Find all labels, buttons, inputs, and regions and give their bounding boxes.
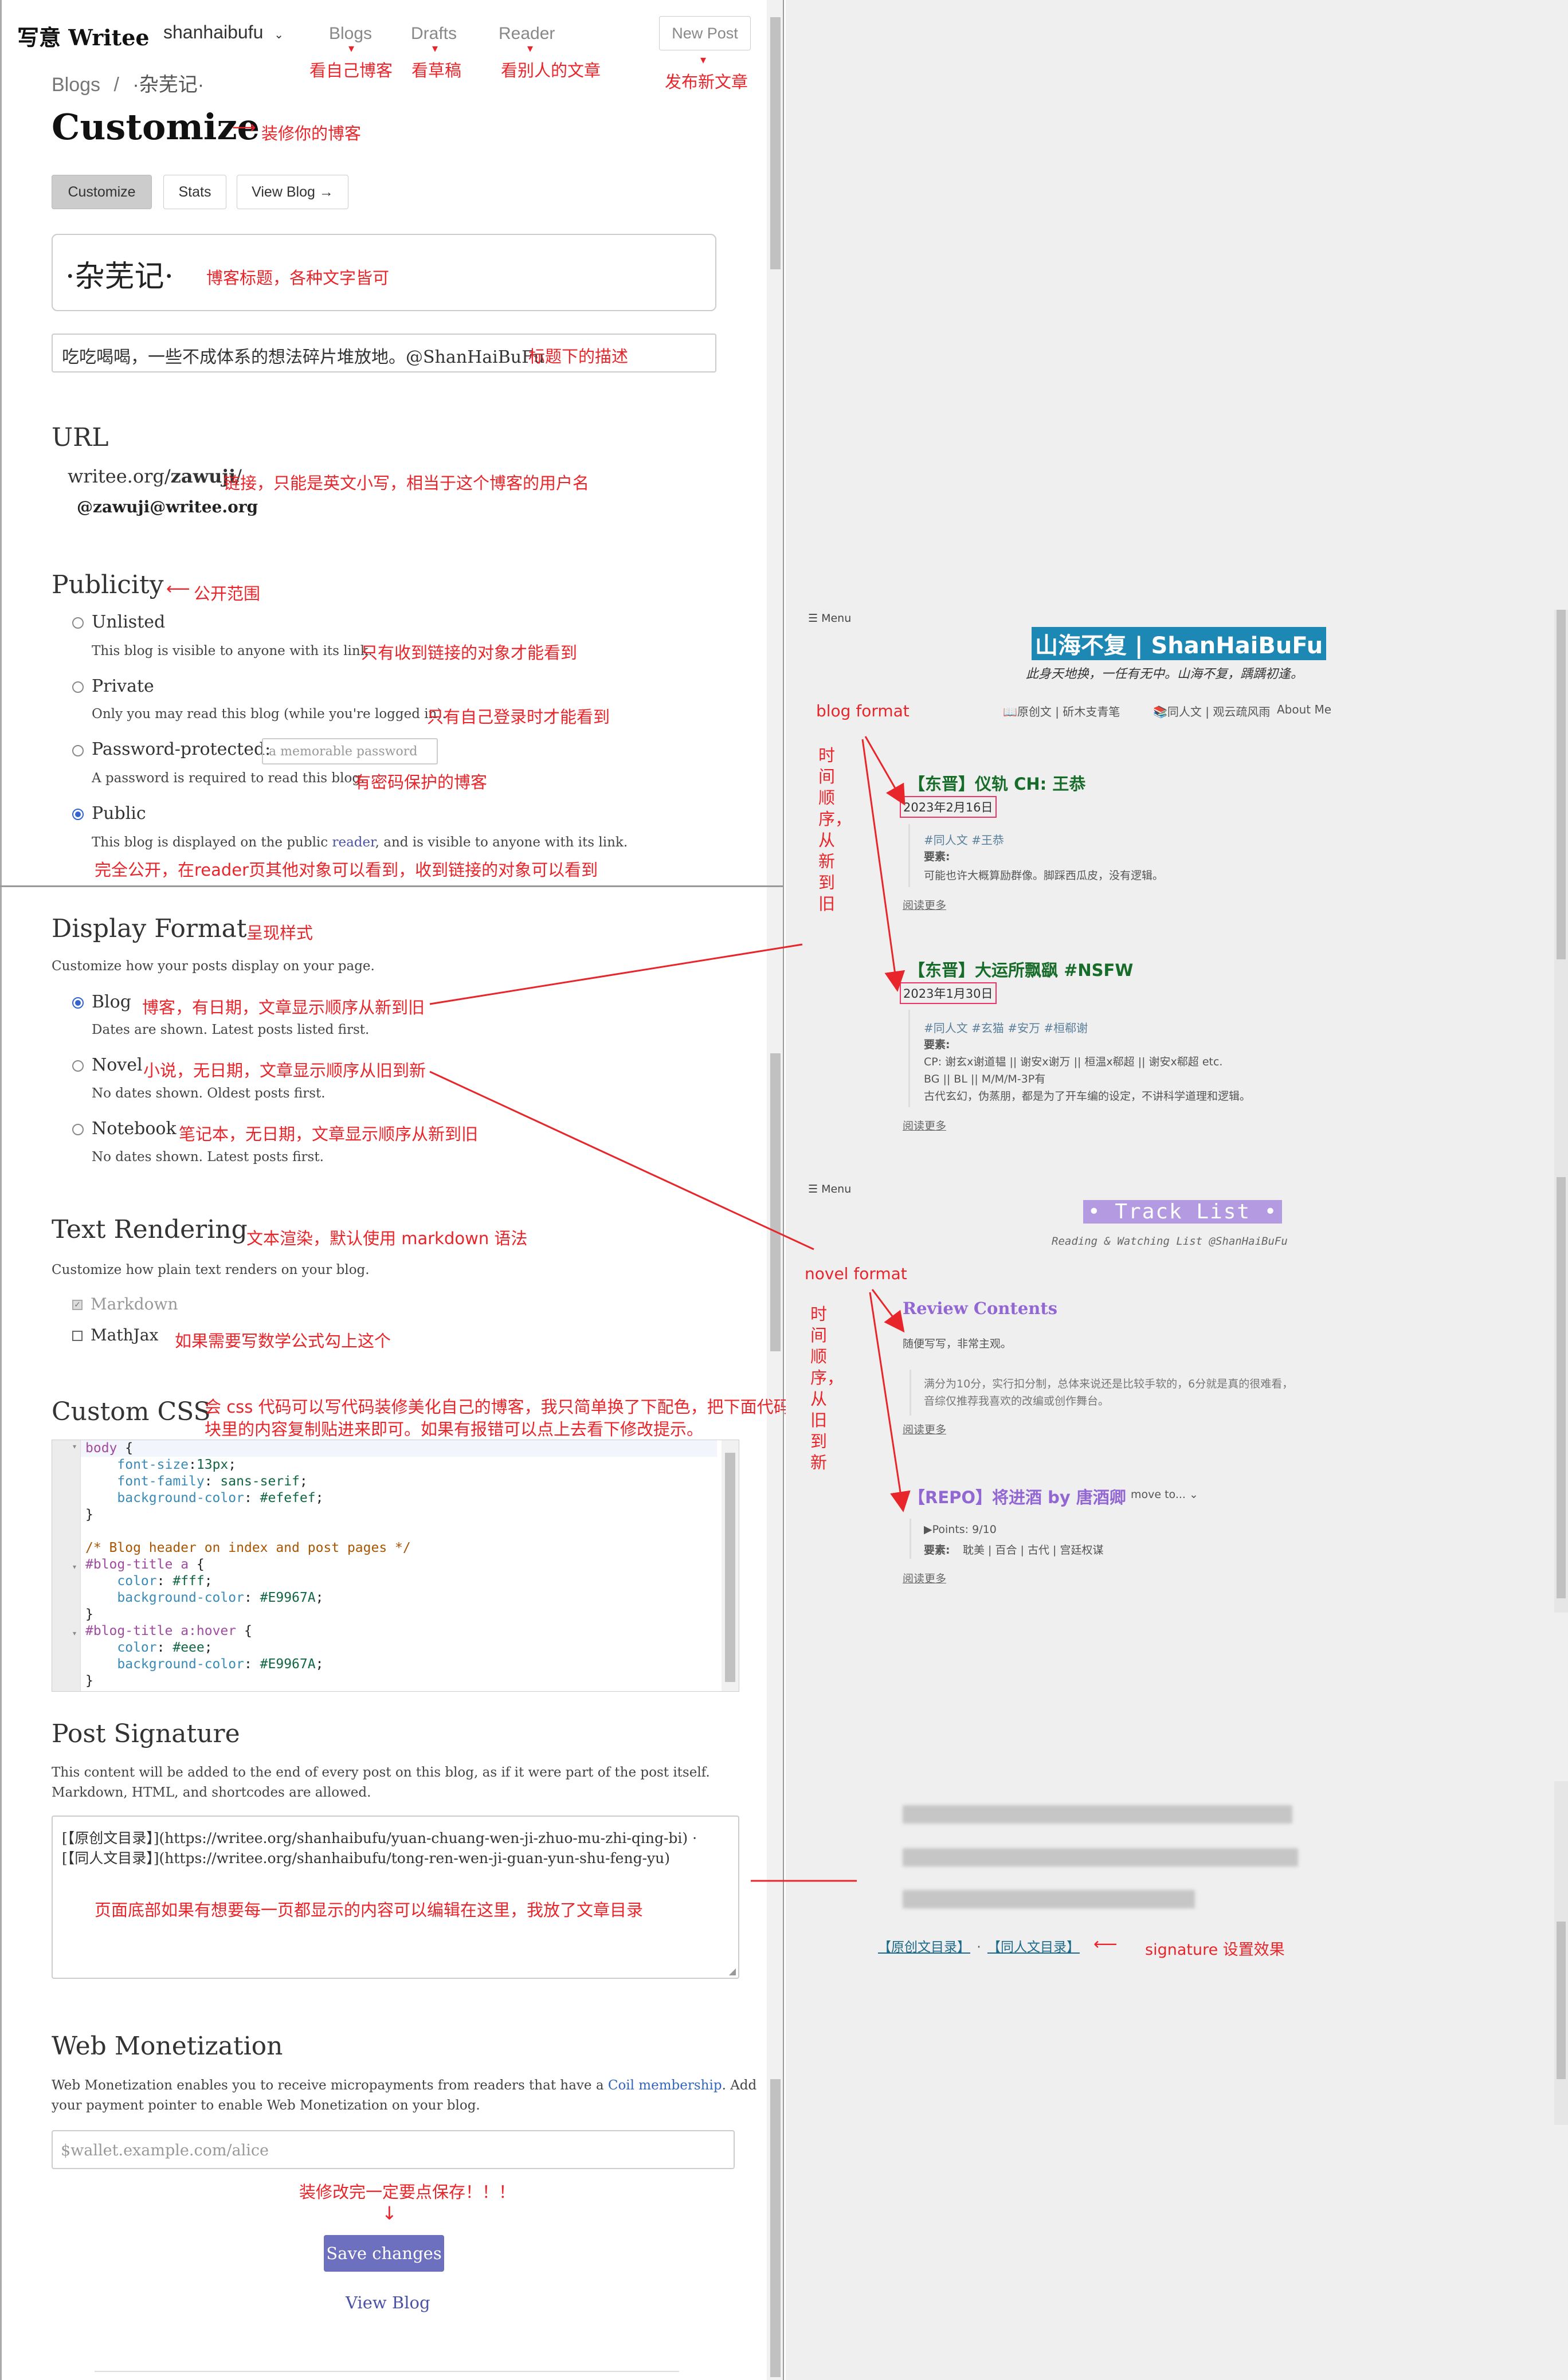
arrow-blog-1 (864, 736, 905, 806)
annotation-arrows (429, 736, 911, 1882)
arrow-novel-1 (871, 1289, 905, 1333)
connector-novel (429, 1071, 814, 1250)
arrow-blog-2 (861, 739, 905, 992)
connector-blog (429, 943, 803, 1005)
